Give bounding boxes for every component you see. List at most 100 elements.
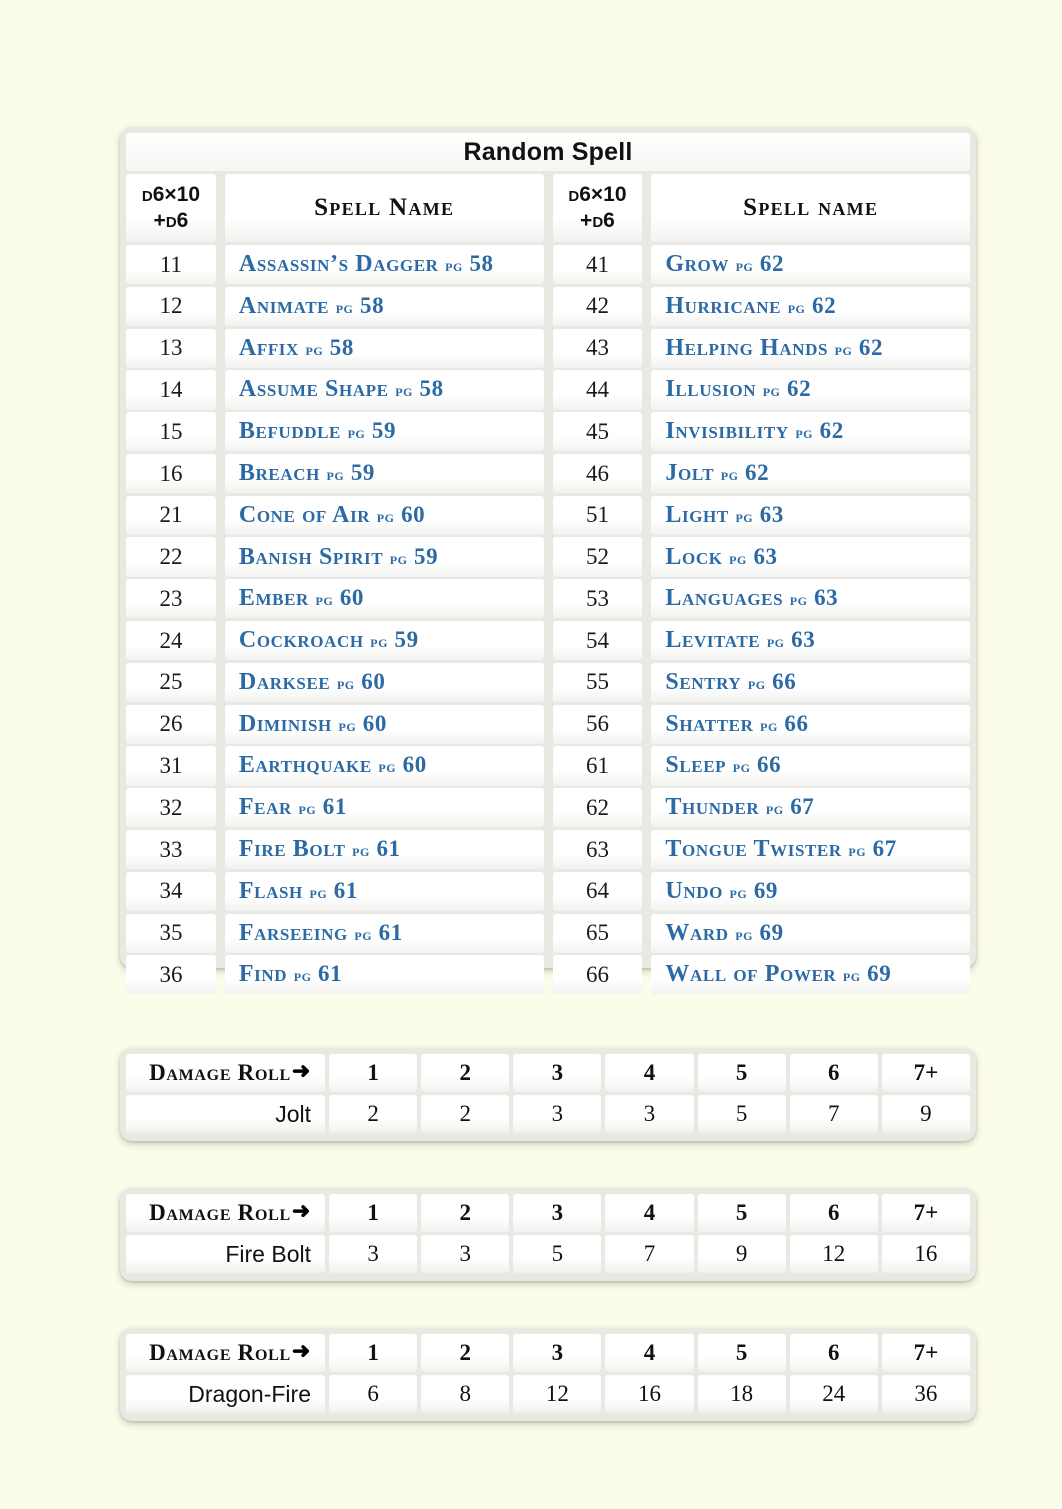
spell-name-text: Light pg 63 [651,502,784,529]
table-row: 34 Flash pg 61 64 Undo pg 69 [126,871,970,911]
damage-table-card: Damage Roll ➜ 1 2 3 4 5 6 7+ Dragon-Fire 6 8 12 16 18 2… [120,1328,976,1421]
spell-roll-right: 51 [552,495,643,535]
spell-name-text: Assume Shape pg 58 [225,376,444,403]
spell-name: Sleep [665,752,727,779]
spell-entry-right[interactable]: Helping Hands pg 62 [651,328,970,368]
page-prefix: pg [762,381,781,401]
spell-entry-left[interactable]: Cockroach pg 59 [224,621,544,661]
spell-entry-left[interactable]: Banish Spirit pg 59 [224,537,544,577]
spell-entry-right[interactable]: Tongue Twister pg 67 [651,829,970,870]
page-prefix: pg [347,423,366,443]
spell-entry-left[interactable]: Farseeing pg 61 [224,913,544,953]
column-gap [544,788,553,827]
damage-value-cell: 9 [881,1095,970,1133]
spell-name: Wall of Power [665,961,837,988]
spell-roll-left: 25 [126,662,216,702]
damage-column-header: 1 [329,1054,418,1092]
roll-value: 32 [159,794,183,820]
column-gap [642,621,651,660]
spell-entry-right[interactable]: Sentry pg 66 [651,662,970,702]
page-prefix: pg [848,841,867,861]
spell-entry-left[interactable]: Assume Shape pg 58 [224,370,544,410]
spell-name: Fear [238,794,292,821]
spell-entry-right[interactable]: Ward pg 69 [651,913,970,953]
spell-entry-right[interactable]: Thunder pg 67 [651,788,970,828]
spell-entry-left[interactable]: Breach pg 59 [224,453,544,494]
spell-entry-left[interactable]: Fire Bolt pg 61 [224,829,544,870]
damage-value-cell: 24 [789,1375,878,1413]
dice-header-line2-plus: + [580,209,593,232]
spell-entry-right[interactable]: Undo pg 69 [651,871,970,911]
damage-column-header: 1 [329,1334,418,1372]
page-number: 61 [376,836,401,862]
spell-entry-left[interactable]: Flash pg 61 [224,871,544,911]
column-gap [544,663,553,702]
column-header-value: 5 [735,1340,748,1365]
damage-value-cell: 3 [605,1095,694,1133]
spell-entry-right[interactable]: Hurricane pg 62 [651,286,970,326]
page-number: 60 [401,501,426,527]
spell-table: D6×10 +D6 Spell Name D6×10 +D6 Spell nam… [126,174,970,997]
spell-roll-left: 32 [126,788,216,828]
page-number: 59 [350,460,376,485]
damage-value-cell: 12 [789,1235,878,1273]
roll-value: 64 [585,878,609,904]
column-gap [544,537,553,576]
spell-entry-left[interactable]: Earthquake pg 60 [224,746,544,786]
spell-entry-right[interactable]: Languages pg 63 [651,579,970,619]
spell-roll-left: 15 [126,412,216,452]
column-gap [544,412,553,451]
spell-entry-left[interactable]: Befuddle pg 59 [224,412,544,452]
spell-entry-left[interactable]: Diminish pg 60 [224,704,544,744]
spell-name: Lock [665,543,723,570]
roll-value: 54 [585,627,609,653]
damage-column-header: 3 [513,1054,602,1092]
spell-entry-right[interactable]: Grow pg 62 [651,245,970,285]
spell-entry-left[interactable]: Affix pg 58 [224,328,544,368]
roll-value: 61 [585,752,609,778]
column-header-value: 1 [367,1200,379,1225]
roll-value: 16 [159,460,183,486]
column-header-spell-name-left: Spell Name [224,174,544,242]
column-header-value: 6 [828,1340,840,1365]
damage-column-header: 5 [697,1334,786,1372]
page-number: 58 [329,334,354,360]
spell-entry-right[interactable]: Lock pg 63 [651,537,970,577]
spell-entry-left[interactable]: Find pg 61 [224,955,544,995]
spell-entry-left[interactable]: Fear pg 61 [224,788,544,828]
page-number: 66 [784,710,809,736]
spell-entry-right[interactable]: Light pg 63 [651,495,970,535]
column-gap [544,955,553,994]
spell-entry-right[interactable]: Wall of Power pg 69 [651,955,970,995]
spell-entry-left[interactable]: Darksee pg 60 [224,662,544,702]
spell-entry-right[interactable]: Shatter pg 66 [651,704,970,744]
spell-entry-right[interactable]: Levitate pg 63 [651,621,970,661]
spell-roll-right: 45 [552,412,643,452]
cell-gap [694,1235,698,1273]
spell-entry-left[interactable]: Assassin’s Dagger pg 58 [224,245,544,285]
spell-name-text: Hurricane pg 62 [651,293,836,320]
column-gap [216,537,225,576]
spell-name: Earthquake [238,752,372,779]
damage-value: 8 [459,1381,471,1406]
dice-header-line1: 6×10 [152,183,201,207]
page-number: 67 [790,794,815,820]
spell-entry-right[interactable]: Invisibility pg 62 [651,412,970,452]
spell-entry-right[interactable]: Illusion pg 62 [651,370,970,410]
damage-roll-text: Damage Roll [149,1340,291,1365]
random-spell-table-card: Random Spell D6×10 +D6 Spell Name D6×10 … [120,127,976,995]
damage-roll-text: Damage Roll [149,1200,291,1225]
spell-entry-left[interactable]: Animate pg 58 [224,286,544,326]
damage-value: 18 [730,1381,754,1406]
page-number: 61 [318,961,343,987]
spell-entry-left[interactable]: Ember pg 60 [224,579,544,619]
column-gap [642,830,651,869]
column-gap [216,174,225,242]
damage-column-header: 3 [513,1194,602,1232]
page-prefix: pg [326,465,345,484]
spell-name: Ward [665,919,729,946]
roll-value: 45 [585,418,609,444]
spell-entry-right[interactable]: Jolt pg 62 [651,453,970,494]
spell-entry-right[interactable]: Sleep pg 66 [651,746,970,786]
spell-entry-left[interactable]: Cone of Air pg 60 [224,495,544,535]
